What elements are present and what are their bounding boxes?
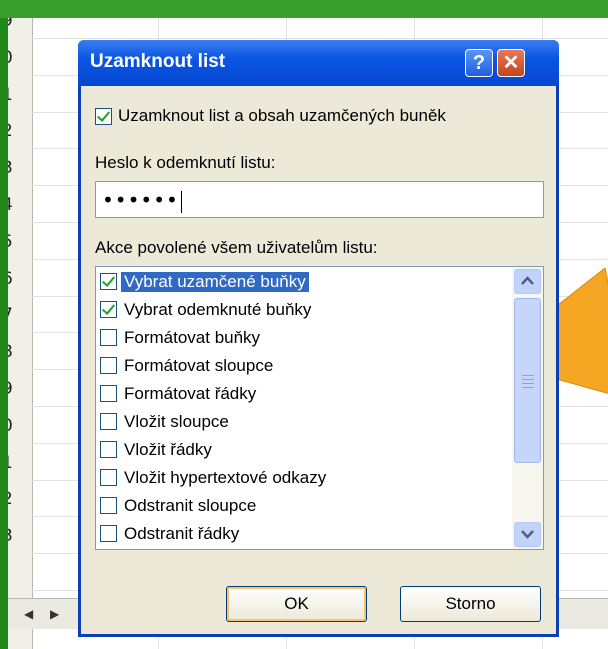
action-list-item[interactable]: Vložit hypertextové odkazy <box>96 465 510 491</box>
row-number: 8 <box>8 341 32 363</box>
action-checkbox[interactable] <box>100 413 117 430</box>
action-label: Vybrat uzamčené buňky <box>121 272 309 292</box>
action-label: Vybrat odemknuté buňky <box>124 300 312 319</box>
action-label: Formátovat řádky <box>124 384 257 403</box>
row-number: 6 <box>8 268 32 290</box>
actions-label: Akce povolené všem uživatelům listu: <box>95 238 378 257</box>
password-value: •••••• <box>102 188 179 212</box>
action-label: Vložit řádky <box>124 440 212 459</box>
action-list-item[interactable]: Vložit řádky <box>96 437 510 463</box>
row-number: 3 <box>8 157 32 179</box>
row-number: 1 <box>8 452 32 474</box>
row-number: 0 <box>8 415 32 437</box>
action-list-item[interactable]: Formátovat sloupce <box>96 353 510 379</box>
slide-background: 9 0 1 2 3 4 5 6 7 8 9 0 1 2 3 ◀ ▶ Uzamknout list ? ✕ U… <box>0 0 608 649</box>
thumb-grip <box>522 379 534 380</box>
action-checkbox[interactable] <box>100 441 117 458</box>
row-number: 3 <box>8 525 32 547</box>
action-list-item[interactable]: Vybrat uzamčené buňky <box>96 269 510 295</box>
thumb-grip <box>522 387 534 388</box>
action-label: Formátovat buňky <box>124 328 261 347</box>
scroll-up-button[interactable] <box>514 269 541 294</box>
action-label: Odstranit řádky <box>124 524 240 543</box>
action-checkbox[interactable] <box>100 385 117 402</box>
dialog-title: Uzamknout list <box>90 51 226 72</box>
text-caret <box>180 190 182 213</box>
help-button[interactable]: ? <box>465 49 493 77</box>
ok-button[interactable]: OK <box>226 586 367 622</box>
action-label: Vložit sloupce <box>124 412 229 431</box>
row-number: 5 <box>8 231 32 253</box>
sheet-next-icon[interactable]: ▶ <box>50 607 59 621</box>
row-number: 1 <box>8 84 32 106</box>
action-list-item[interactable]: Vybrat odemknuté buňky <box>96 297 510 323</box>
row-header-column: 9 0 1 2 3 4 5 6 7 8 9 0 1 2 3 <box>8 18 33 649</box>
action-list-item[interactable]: Formátovat buňky <box>96 325 510 351</box>
protect-sheet-checkbox-label: Uzamknout list a obsah uzamčených buněk <box>118 106 446 125</box>
close-icon: ✕ <box>502 52 520 74</box>
action-label: Odstranit sloupce <box>124 496 257 515</box>
row-number: 7 <box>8 304 32 326</box>
row-number: 9 <box>8 378 32 400</box>
row-number: 0 <box>8 47 32 69</box>
help-icon: ? <box>472 52 486 74</box>
row-number: 4 <box>8 194 32 216</box>
chevron-up-icon <box>521 276 534 285</box>
action-checkbox[interactable] <box>100 497 117 514</box>
protect-sheet-checkbox[interactable] <box>95 108 112 125</box>
listbox-scrollbar[interactable] <box>512 267 543 549</box>
action-checkbox[interactable] <box>100 525 117 542</box>
slide-top-band <box>0 0 608 18</box>
thumb-grip <box>522 375 534 376</box>
scroll-thumb[interactable] <box>514 298 541 463</box>
action-label: Formátovat sloupce <box>124 356 274 375</box>
password-input[interactable]: •••••• <box>95 181 544 218</box>
sheet-prev-icon[interactable]: ◀ <box>24 607 33 621</box>
dialog-titlebar: Uzamknout list ? ✕ <box>78 40 559 86</box>
close-button[interactable]: ✕ <box>497 49 525 77</box>
row-number: 2 <box>8 120 32 142</box>
action-list-item[interactable]: Odstranit řádky <box>96 521 510 547</box>
action-list-item[interactable]: Odstranit sloupce <box>96 493 510 519</box>
cancel-button[interactable]: Storno <box>400 586 541 622</box>
action-list-item[interactable]: Formátovat řádky <box>96 381 510 407</box>
gridline-horizontal <box>32 38 608 39</box>
thumb-grip <box>522 383 534 384</box>
action-label: Vložit hypertextové odkazy <box>124 468 327 487</box>
action-checkbox[interactable] <box>100 273 117 290</box>
actions-listbox[interactable]: Vybrat uzamčené buňky Vybrat odemknuté bu… <box>95 266 544 550</box>
action-checkbox[interactable] <box>100 301 117 318</box>
action-checkbox[interactable] <box>100 357 117 374</box>
scroll-down-button[interactable] <box>514 522 541 547</box>
row-number: 2 <box>8 488 32 510</box>
row-number: 9 <box>8 18 32 32</box>
action-list-item[interactable]: Vložit sloupce <box>96 409 510 435</box>
action-checkbox[interactable] <box>100 329 117 346</box>
protect-sheet-dialog: Uzamknout list ? ✕ Uzamknout list a obsa… <box>78 40 559 637</box>
password-label: Heslo k odemknutí listu: <box>95 153 276 172</box>
action-checkbox[interactable] <box>100 469 117 486</box>
chevron-down-icon <box>521 530 534 539</box>
